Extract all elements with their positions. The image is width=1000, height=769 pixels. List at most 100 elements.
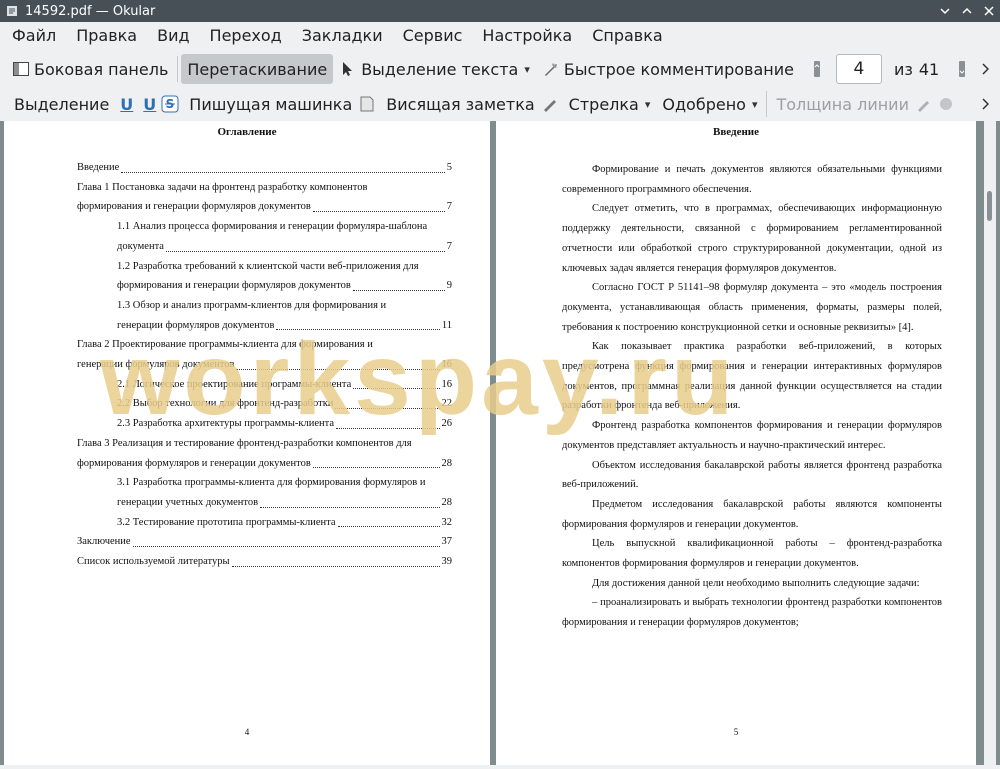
- menu-view[interactable]: Вид: [149, 22, 197, 50]
- chevron-down-icon[interactable]: ▾: [752, 98, 758, 111]
- document-view[interactable]: Оглавление Введение 5 Глава 1 Постановка …: [0, 121, 1000, 769]
- line-width-label: Толщина линии: [776, 94, 909, 114]
- minimize-icon[interactable]: [934, 0, 956, 22]
- status-bar: [0, 765, 1000, 769]
- drag-mode-button[interactable]: Перетаскивание: [181, 54, 334, 84]
- intro-heading: Введение: [712, 126, 760, 138]
- toc-entry[interactable]: 2.1 Логическое проектирование программы-…: [77, 375, 452, 395]
- menu-edit[interactable]: Правка: [68, 22, 145, 50]
- chevron-down-icon[interactable]: ▾: [645, 98, 651, 111]
- page-left: Оглавление Введение 5 Глава 1 Постановка …: [4, 121, 490, 765]
- menu-file[interactable]: Файл: [4, 22, 64, 50]
- quick-comment-label: Быстрое комментирование: [563, 59, 794, 79]
- arrow-label: Стрелка: [568, 94, 639, 114]
- menu-bookmarks[interactable]: Закладки: [294, 22, 391, 50]
- toc-entry[interactable]: формирования и генерации формуляров доку…: [77, 197, 452, 217]
- paragraph: Предметом исследования бакалаврской рабо…: [562, 498, 942, 530]
- toc-entry[interactable]: Глава 1 Постановка задачи на фронтенд ра…: [77, 178, 452, 198]
- toc-entry[interactable]: 3.1 Разработка программы-клиента для фор…: [77, 473, 452, 493]
- menu-tools[interactable]: Сервис: [395, 22, 471, 50]
- underline-icon[interactable]: U: [120, 95, 133, 114]
- typewriter-button[interactable]: Пишущая машинка: [183, 89, 358, 119]
- toc-entry[interactable]: 1.3 Обзор и анализ программ-клиентов для…: [77, 296, 452, 316]
- sticky-note-label: Висящая заметка: [386, 94, 535, 114]
- arrow-button[interactable]: Стрелка ▾: [563, 89, 657, 119]
- menu-settings[interactable]: Настройка: [474, 22, 580, 50]
- toc-entry[interactable]: генерации учетных документов 28: [77, 493, 452, 513]
- paragraph: Цель выпускной квалификационной работы –…: [562, 538, 942, 570]
- toc-entry[interactable]: 1.1 Анализ процесса формирования и генер…: [77, 217, 452, 237]
- pen-icon[interactable]: [541, 95, 559, 113]
- maximize-icon[interactable]: [956, 0, 978, 22]
- toc-entry[interactable]: формирования и генерации формуляров доку…: [77, 276, 452, 296]
- toc-entry[interactable]: формирования формуляров и генерации доку…: [77, 454, 452, 474]
- page-number-footer: 5: [733, 727, 739, 737]
- scrollbar-thumb[interactable]: [987, 191, 992, 221]
- toc-entry[interactable]: Введение 5: [77, 158, 452, 178]
- paragraph: Фронтенд разработка компонентов формиров…: [562, 420, 942, 451]
- close-icon[interactable]: [978, 0, 1000, 22]
- toc-entry[interactable]: Глава 2 Проектирование программы-клиента…: [77, 335, 452, 355]
- menu-help[interactable]: Справка: [584, 22, 671, 50]
- text-selection-button[interactable]: Выделение текста ▾: [333, 54, 536, 84]
- quick-comment-button[interactable]: Быстрое комментирование: [536, 54, 800, 84]
- stamp-button[interactable]: Одобрено ▾: [656, 89, 763, 119]
- sidebar-icon: [12, 60, 30, 78]
- cursor-arrow-icon: [339, 60, 357, 78]
- next-page-icon[interactable]: [953, 60, 971, 78]
- paragraph: Объектом исследования бакалаврской работ…: [562, 459, 942, 491]
- paragraph: Как показывает практика разработки веб-п…: [562, 341, 942, 412]
- page-right: Введение Формирование и печать документо…: [496, 121, 976, 765]
- paragraph: Для достижения данной цели необходимо вы…: [592, 577, 920, 589]
- drag-mode-label: Перетаскивание: [187, 59, 328, 79]
- previous-page-icon[interactable]: [808, 60, 826, 78]
- text-selection-label: Выделение текста: [361, 59, 519, 79]
- window-title: 14592.pdf — Okular: [25, 3, 156, 19]
- toolbar-separator: [766, 91, 768, 117]
- highlight-label: Выделение: [14, 94, 110, 114]
- table-of-contents: Введение 5 Глава 1 Постановка задачи на ф…: [77, 158, 452, 572]
- paragraph: Следует отметить, что в программах, обес…: [562, 203, 942, 274]
- toc-entry[interactable]: Глава 3 Реализация и тестирование фронте…: [77, 434, 452, 454]
- toc-entry[interactable]: генерации формуляров документов 11: [77, 316, 452, 336]
- note-icon[interactable]: [358, 95, 376, 113]
- okular-app-icon: [5, 4, 19, 18]
- page-number-footer: 4: [244, 727, 250, 737]
- sidebar-button-label: Боковая панель: [34, 59, 169, 79]
- page-of-label: из: [893, 59, 913, 79]
- opacity-icon[interactable]: [937, 95, 955, 113]
- squiggle-underline-icon[interactable]: U: [143, 95, 156, 114]
- toc-heading: Оглавление: [217, 126, 277, 138]
- strikethrough-icon[interactable]: S: [161, 95, 179, 113]
- toc-entry[interactable]: 3.2 Тестирование прототипа программы-кли…: [77, 513, 452, 533]
- paragraph: Формирование и печать документов являютс…: [562, 164, 942, 195]
- annotation-toolbar: Выделение U U S Пишущая машинка Висящая …: [0, 87, 1000, 121]
- main-toolbar: Боковая панель Перетаскивание Выделение …: [0, 52, 1000, 86]
- toc-entry[interactable]: Заключение 37: [77, 532, 452, 552]
- toc-entry[interactable]: 1.2 Разработка требований к клиентской ч…: [77, 257, 452, 277]
- highlight-button[interactable]: Выделение: [8, 89, 115, 119]
- toolbar-overflow-icon[interactable]: [976, 95, 994, 113]
- menu-bar: Файл Правка Вид Переход Закладки Сервис …: [0, 22, 1000, 50]
- menu-go[interactable]: Переход: [202, 22, 290, 50]
- toc-entry[interactable]: 2.2 Выбор технологии для фронтенд-разраб…: [77, 394, 452, 414]
- paragraph: Согласно ГОСТ Р 51141–98 формуляр докуме…: [562, 282, 942, 333]
- color-icon[interactable]: [915, 95, 933, 113]
- toolbar-overflow-icon[interactable]: [976, 60, 994, 78]
- page-total: 41: [918, 59, 940, 79]
- sticky-note-button[interactable]: Висящая заметка: [380, 89, 540, 119]
- intro-body: Формирование и печать документов являютс…: [562, 160, 942, 633]
- toc-entry[interactable]: 2.3 Разработка архитектуры программы-кли…: [77, 414, 452, 434]
- toolbar-separator: [177, 56, 179, 82]
- page-number-input[interactable]: 4: [835, 54, 882, 84]
- line-width-button[interactable]: Толщина линии: [770, 89, 915, 119]
- typewriter-label: Пишущая машинка: [189, 94, 353, 114]
- toc-entry[interactable]: генерации формуляров документов 16: [77, 355, 452, 375]
- vertical-scrollbar[interactable]: [984, 121, 996, 769]
- quill-icon: [542, 60, 560, 78]
- stamp-label: Одобрено: [662, 94, 746, 114]
- toc-entry[interactable]: документа 7: [77, 237, 452, 257]
- toc-entry[interactable]: Список используемой литературы 39: [77, 552, 452, 572]
- chevron-down-icon[interactable]: ▾: [524, 63, 530, 76]
- sidebar-button[interactable]: Боковая панель: [6, 54, 174, 84]
